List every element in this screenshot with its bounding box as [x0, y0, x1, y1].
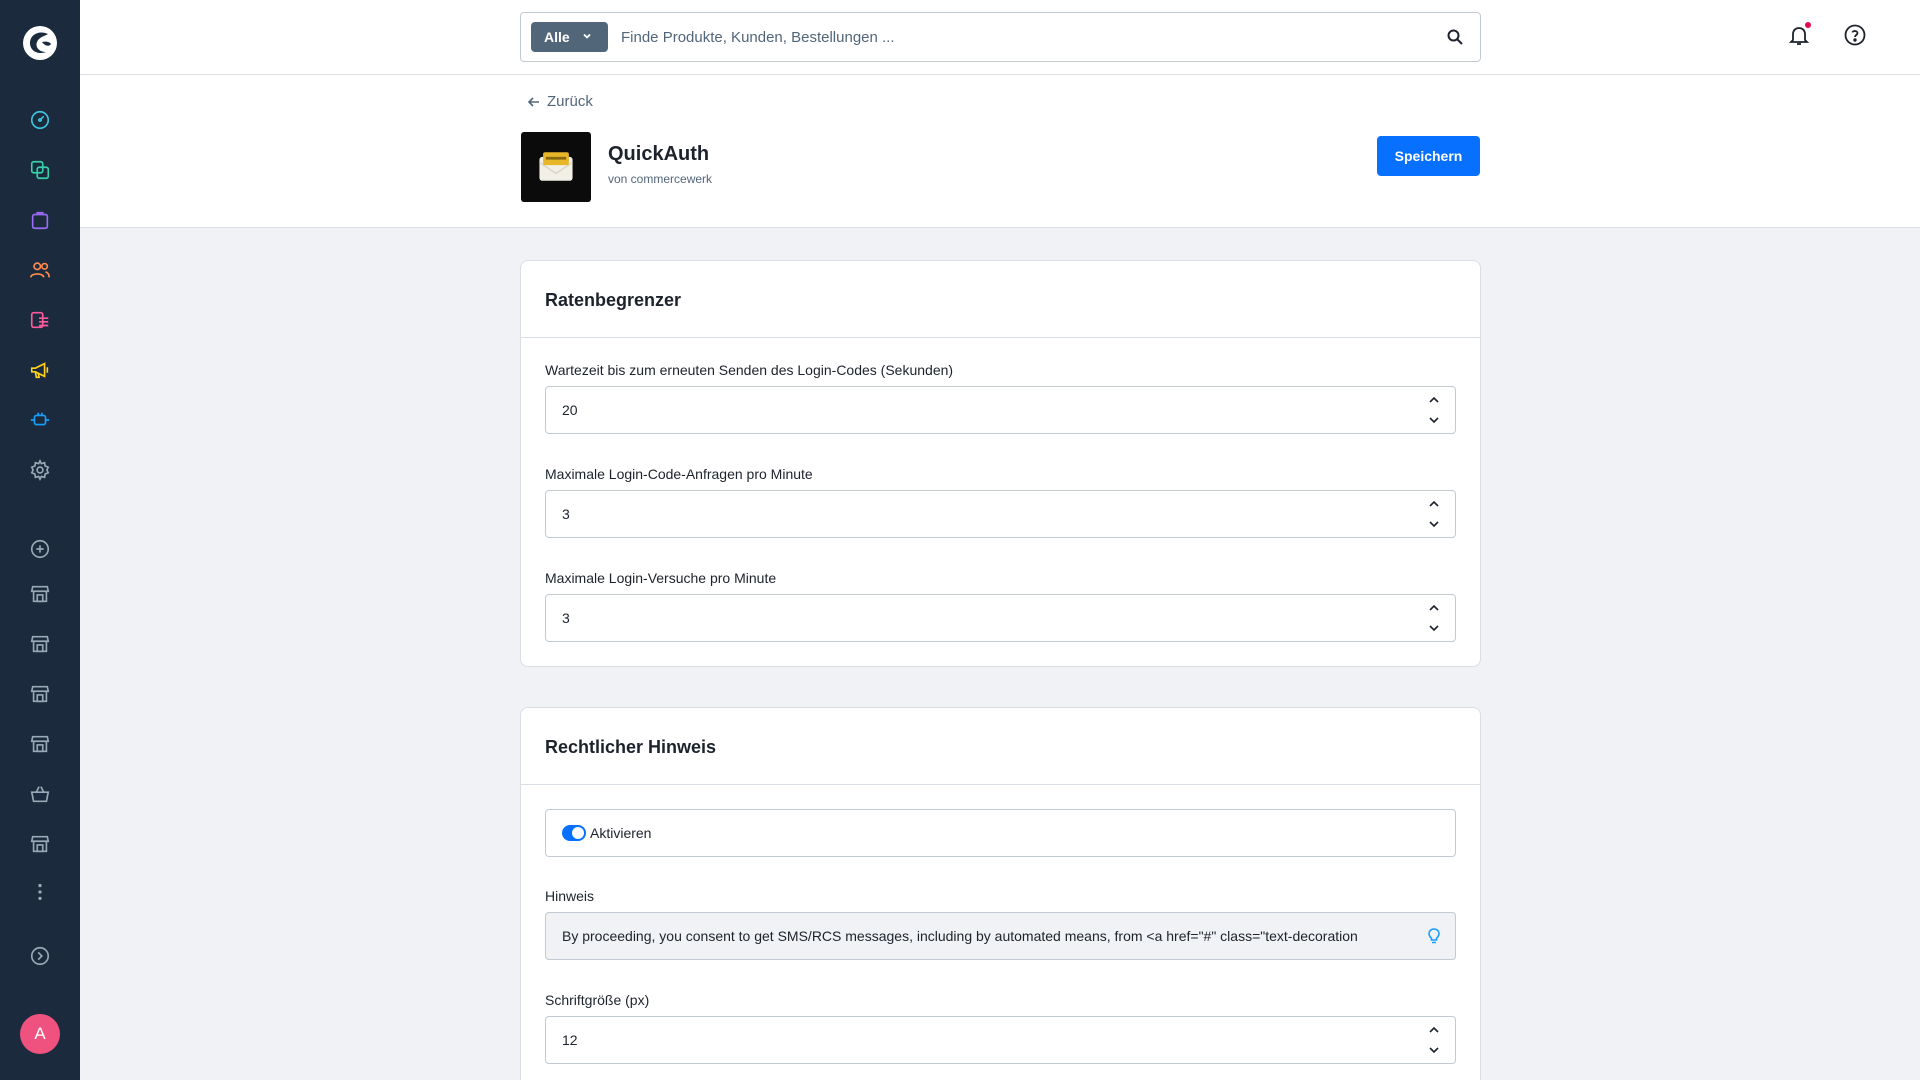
activate-toggle-field[interactable]: Aktivieren	[545, 809, 1456, 857]
notice-text-input[interactable]: By proceeding, you consent to get SMS/RC…	[545, 912, 1456, 960]
sales-channel-storefront-icon[interactable]	[26, 830, 54, 858]
chevron-down-icon	[583, 33, 591, 39]
max-code-requests-input[interactable]: 3	[545, 490, 1456, 538]
field-label: Maximale Login-Versuche pro Minute	[545, 570, 777, 586]
shopware-logo-icon[interactable]	[22, 25, 58, 61]
search-scope-label: Alle	[544, 29, 570, 45]
field-value: 3	[562, 610, 570, 626]
resend-wait-input[interactable]: 20	[545, 386, 1456, 434]
chevron-up-icon[interactable]	[1427, 393, 1441, 407]
more-vertical-icon[interactable]	[26, 878, 54, 906]
activate-toggle[interactable]	[562, 825, 586, 841]
extensions-icon[interactable]	[26, 406, 54, 434]
chevron-down-icon[interactable]	[1427, 413, 1441, 427]
catalog-icon[interactable]	[26, 156, 54, 184]
settings-gear-icon[interactable]	[26, 456, 54, 484]
field-label: Hinweis	[545, 888, 595, 904]
card-title: Ratenbegrenzer	[521, 261, 1480, 338]
field-value: 20	[562, 402, 578, 418]
chevron-down-icon[interactable]	[1427, 1043, 1441, 1057]
card-title: Rechtlicher Hinweis	[521, 708, 1480, 785]
max-login-attempts-input[interactable]: 3	[545, 594, 1456, 642]
help-icon[interactable]	[1842, 22, 1868, 48]
orders-icon[interactable]	[26, 206, 54, 234]
sales-channel-storefront-icon[interactable]	[26, 680, 54, 708]
sales-channel-basket-icon[interactable]	[26, 780, 54, 808]
sidebar: A	[0, 0, 80, 1080]
search-scope-dropdown[interactable]: Alle	[531, 22, 608, 52]
lightbulb-icon[interactable]	[1425, 927, 1443, 945]
rate-limiter-card: Ratenbegrenzer Wartezeit bis zum erneute…	[520, 260, 1481, 667]
back-link[interactable]: Zurück	[527, 93, 593, 110]
back-link-label: Zurück	[547, 93, 593, 110]
sales-channel-storefront-icon[interactable]	[26, 580, 54, 608]
notifications-bell-icon[interactable]	[1786, 22, 1812, 48]
chevron-up-icon[interactable]	[1427, 497, 1441, 511]
chevron-down-icon[interactable]	[1427, 517, 1441, 531]
chevron-down-icon[interactable]	[1427, 621, 1441, 635]
search-input[interactable]	[621, 23, 1421, 51]
field-value: 3	[562, 506, 570, 522]
font-size-input[interactable]: 12	[545, 1016, 1456, 1064]
dashboard-icon[interactable]	[26, 106, 54, 134]
toggle-label: Aktivieren	[590, 825, 652, 841]
field-label: Schriftgröße (px)	[545, 992, 650, 1008]
field-label: Wartezeit bis zum erneuten Senden des Lo…	[545, 362, 954, 378]
field-label: Maximale Login-Code-Anfragen pro Minute	[545, 466, 813, 482]
app-name: QuickAuth	[608, 143, 710, 165]
app-logo	[521, 132, 591, 202]
legal-notice-card: Rechtlicher Hinweis Aktivieren Hinweis B…	[520, 707, 1481, 1080]
add-sales-channel-icon[interactable]	[26, 535, 54, 563]
search-icon[interactable]	[1446, 28, 1464, 46]
field-value: 12	[562, 1032, 578, 1048]
user-avatar[interactable]: A	[20, 1014, 60, 1054]
chevron-up-icon[interactable]	[1427, 601, 1441, 615]
field-value: By proceeding, you consent to get SMS/RC…	[562, 928, 1358, 944]
marketing-icon[interactable]	[26, 356, 54, 384]
global-search: Alle	[520, 12, 1481, 62]
expand-sidebar-icon[interactable]	[26, 942, 54, 970]
app-vendor: von commercewerk	[608, 172, 713, 186]
sales-channel-storefront-icon[interactable]	[26, 730, 54, 758]
content-icon[interactable]	[26, 306, 54, 334]
customers-icon[interactable]	[26, 256, 54, 284]
chevron-up-icon[interactable]	[1427, 1023, 1441, 1037]
notification-dot	[1805, 22, 1811, 28]
arrow-left-icon	[527, 96, 539, 107]
top-bar: Alle	[80, 0, 1920, 75]
sales-channel-storefront-icon[interactable]	[26, 630, 54, 658]
app-header: Zurück QuickAuth von commercewerk Speich…	[80, 75, 1920, 228]
toggle-knob	[572, 827, 584, 839]
save-button[interactable]: Speichern	[1377, 136, 1480, 176]
